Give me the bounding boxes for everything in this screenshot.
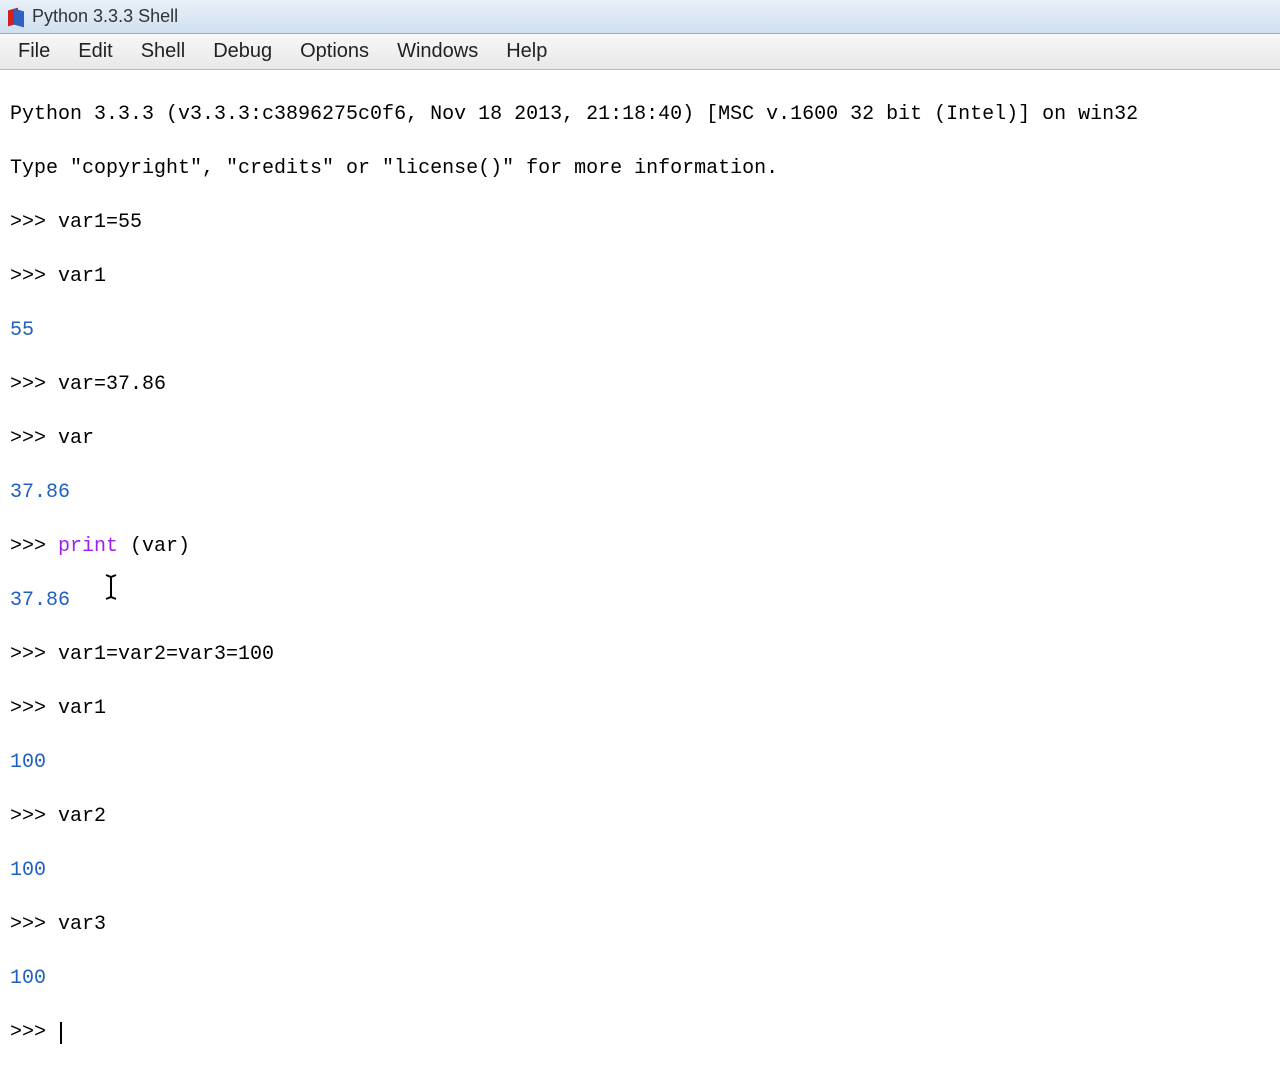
shell-input-line: >>> var1 (10, 695, 1270, 722)
menu-edit[interactable]: Edit (64, 36, 126, 67)
prompt: >>> (10, 913, 58, 936)
code-text: var=37.86 (58, 373, 166, 396)
prompt: >>> (10, 211, 58, 234)
prompt: >>> (10, 643, 58, 666)
shell-input-line: >>> var=37.86 (10, 371, 1270, 398)
menu-bar: File Edit Shell Debug Options Windows He… (0, 34, 1280, 70)
shell-output-line: 37.86 (10, 587, 1270, 614)
keyword-print: print (58, 535, 118, 558)
code-text: (var) (118, 535, 190, 558)
prompt: >>> (10, 427, 58, 450)
shell-output-line: 100 (10, 857, 1270, 884)
banner-line: Type "copyright", "credits" or "license(… (10, 155, 1270, 182)
shell-content[interactable]: Python 3.3.3 (v3.3.3:c3896275c0f6, Nov 1… (0, 70, 1280, 1077)
shell-output-line: 37.86 (10, 479, 1270, 506)
code-text: var (58, 427, 94, 450)
code-text: var3 (58, 913, 106, 936)
shell-output-line: 100 (10, 749, 1270, 776)
prompt: >>> (10, 805, 58, 828)
prompt: >>> (10, 373, 58, 396)
title-bar: Python 3.3.3 Shell (0, 0, 1280, 34)
prompt: >>> (10, 535, 58, 558)
menu-help[interactable]: Help (492, 36, 561, 67)
menu-windows[interactable]: Windows (383, 36, 492, 67)
prompt: >>> (10, 697, 58, 720)
shell-input-line: >>> var3 (10, 911, 1270, 938)
code-text: var1=55 (58, 211, 142, 234)
window-title: Python 3.3.3 Shell (32, 6, 178, 27)
menu-options[interactable]: Options (286, 36, 383, 67)
code-text: var1 (58, 697, 106, 720)
shell-input-line: >>> print (var) (10, 533, 1270, 560)
code-text: var1=var2=var3=100 (58, 643, 274, 666)
prompt: >>> (10, 1021, 58, 1044)
shell-input-line: >>> var (10, 425, 1270, 452)
text-cursor (60, 1022, 62, 1044)
shell-input-line: >>> var1=55 (10, 209, 1270, 236)
shell-output-line: 100 (10, 965, 1270, 992)
shell-input-line: >>> var1 (10, 263, 1270, 290)
banner-line: Python 3.3.3 (v3.3.3:c3896275c0f6, Nov 1… (10, 101, 1270, 128)
menu-file[interactable]: File (4, 36, 64, 67)
python-idle-icon (6, 7, 26, 27)
prompt: >>> (10, 265, 58, 288)
shell-output-line: 55 (10, 317, 1270, 344)
shell-input-line: >>> var1=var2=var3=100 (10, 641, 1270, 668)
code-text: var2 (58, 805, 106, 828)
shell-input-line: >>> var2 (10, 803, 1270, 830)
code-text: var1 (58, 265, 106, 288)
menu-shell[interactable]: Shell (127, 36, 199, 67)
menu-debug[interactable]: Debug (199, 36, 286, 67)
shell-active-prompt[interactable]: >>> (10, 1019, 1270, 1046)
